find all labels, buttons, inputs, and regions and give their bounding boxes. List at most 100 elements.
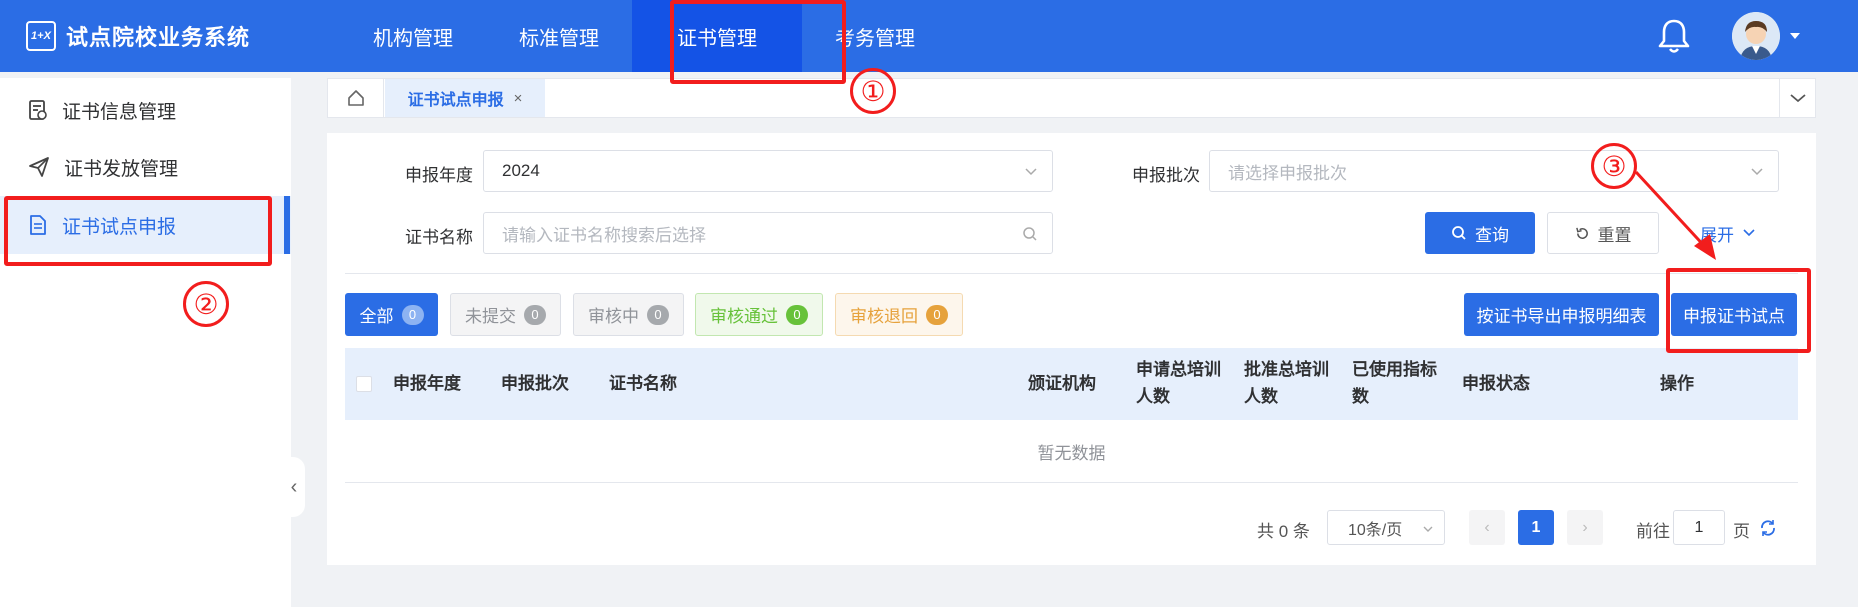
status-count-badge: 0: [524, 304, 546, 325]
annotation-arrow: [1634, 170, 1716, 260]
nav-item-exam[interactable]: 考务管理: [802, 0, 948, 72]
export-detail-button[interactable]: 按证书导出申报明细表: [1464, 293, 1659, 336]
logo-book-icon: 1+X: [26, 21, 56, 51]
sidebar-active-indicator: [284, 196, 290, 254]
reset-button-label: 重置: [1597, 225, 1632, 245]
sidebar-item-label: 证书试点申报: [62, 216, 177, 238]
caret-down-icon[interactable]: [1790, 33, 1800, 39]
select-all-checkbox[interactable]: [356, 376, 372, 392]
nav-item-org[interactable]: 机构管理: [340, 0, 486, 72]
col-approved-total-line2: 人数: [1244, 387, 1278, 406]
col-used-quota-line2: 数: [1352, 387, 1369, 406]
cert-name-label: 证书名称: [405, 228, 473, 247]
col-applied-total: 申请总培训 人数: [1136, 356, 1221, 410]
table-header: 申报年度 申报批次 证书名称 颁证机构 申请总培训 人数 批准总培训 人数 已使…: [345, 348, 1798, 420]
sidebar-item-cert-issue[interactable]: 证书发放管理: [0, 138, 291, 196]
table-empty-row: 暂无数据: [345, 420, 1798, 483]
col-issuer: 颁证机构: [1028, 374, 1096, 393]
apply-button-label: 申报证书试点: [1683, 307, 1785, 326]
col-status: 申报状态: [1462, 374, 1530, 393]
status-tab-returned[interactable]: 审核退回 0: [835, 293, 963, 336]
sidebar-item-cert-info[interactable]: 证书信息管理: [0, 81, 291, 139]
cert-name-placeholder: 请输入证书名称搜索后选择: [502, 225, 706, 245]
nav-item-certificate[interactable]: 证书管理: [632, 0, 802, 72]
goto-page-input[interactable]: 1: [1673, 510, 1725, 545]
page-unit-label: 页: [1733, 522, 1750, 541]
filter-divider: [345, 273, 1798, 274]
sidebar-item-label: 证书发放管理: [64, 158, 179, 180]
chevron-left-icon: ‹: [290, 475, 298, 498]
col-year: 申报年度: [393, 374, 461, 393]
status-count-badge: 0: [926, 304, 948, 325]
app-title: 试点院校业务系统: [66, 25, 251, 50]
tab-label: 证书试点申报: [407, 92, 504, 109]
export-button-label: 按证书导出申报明细表: [1476, 307, 1647, 326]
batch-label: 申报批次: [1132, 166, 1200, 185]
year-value: 2024: [502, 161, 540, 180]
content-card: 申报年度 2024 申报批次 请选择申报批次 证书名称 请输入证书名称搜索后选择…: [327, 133, 1816, 565]
chevron-down-icon: [1743, 229, 1755, 237]
document-icon: [30, 215, 46, 235]
close-icon[interactable]: ×: [514, 90, 523, 107]
chevron-down-icon: [1025, 168, 1037, 176]
search-icon: [1452, 226, 1466, 240]
status-count-badge: 0: [647, 304, 669, 325]
tab-home[interactable]: [328, 79, 384, 117]
sidebar-item-cert-pilot[interactable]: 证书试点申报: [0, 196, 291, 254]
page-size-value: 10条/页: [1348, 521, 1403, 539]
col-approved-total-line1: 批准总培训: [1244, 360, 1329, 379]
chevron-down-icon: [1751, 168, 1763, 176]
batch-placeholder: 请选择申报批次: [1228, 163, 1347, 183]
search-button[interactable]: 查询: [1425, 212, 1535, 254]
col-batch: 申报批次: [501, 374, 569, 393]
sidebar-collapse-button[interactable]: ‹: [283, 457, 305, 517]
avatar[interactable]: [1732, 12, 1780, 60]
pagination-total: 共 0 条: [1257, 522, 1310, 541]
search-button-label: 查询: [1475, 225, 1509, 245]
col-applied-total-line2: 人数: [1136, 387, 1170, 406]
status-tab-unsubmitted[interactable]: 未提交 0: [450, 293, 561, 336]
status-tab-label: 审核退回: [850, 307, 918, 326]
status-count-badge: 0: [786, 304, 808, 325]
prev-page-button[interactable]: ‹: [1469, 510, 1505, 545]
bell-icon[interactable]: [1656, 17, 1692, 55]
sidebar-item-label: 证书信息管理: [62, 101, 177, 123]
document-star-icon: [29, 100, 47, 120]
year-select[interactable]: 2024: [483, 150, 1053, 192]
top-nav: 机构管理 标准管理 证书管理 考务管理: [340, 0, 948, 72]
status-tab-approved[interactable]: 审核通过 0: [695, 293, 823, 336]
user-avatar-icon: [1732, 12, 1780, 60]
col-used-quota: 已使用指标 数: [1352, 356, 1437, 410]
next-page-button[interactable]: ›: [1567, 510, 1603, 545]
year-label: 申报年度: [405, 166, 473, 185]
goto-label: 前往: [1636, 522, 1670, 541]
sidebar: 证书信息管理 证书发放管理 证书试点申报: [0, 78, 291, 607]
annotation-number-2: ②: [183, 281, 229, 327]
status-tab-all[interactable]: 全部 0: [345, 293, 438, 336]
page-size-select[interactable]: 10条/页: [1327, 510, 1445, 545]
col-cert-name: 证书名称: [609, 374, 677, 393]
nav-item-standard[interactable]: 标准管理: [486, 0, 632, 72]
chevron-right-icon: ›: [1582, 518, 1588, 536]
chevron-left-icon: ‹: [1484, 518, 1490, 536]
home-icon: [347, 90, 364, 106]
col-applied-total-line1: 申请总培训: [1136, 360, 1221, 379]
cert-name-input[interactable]: 请输入证书名称搜索后选择: [483, 212, 1053, 254]
tabs-dropdown-button[interactable]: [1779, 78, 1816, 118]
status-tab-label: 全部: [359, 307, 394, 326]
top-header: 1+X 试点院校业务系统 机构管理 标准管理 证书管理 考务管理: [0, 0, 1858, 72]
col-used-quota-line1: 已使用指标: [1352, 360, 1437, 379]
apply-cert-pilot-button[interactable]: 申报证书试点: [1671, 293, 1797, 336]
chevron-down-icon: [1789, 94, 1806, 103]
tab-cert-pilot[interactable]: 证书试点申报 ×: [385, 79, 545, 117]
status-count-badge: 0: [401, 304, 424, 325]
page-number-current[interactable]: 1: [1518, 510, 1554, 545]
col-approved-total: 批准总培训 人数: [1244, 356, 1329, 410]
status-tab-label: 审核中: [588, 307, 639, 326]
status-tab-reviewing[interactable]: 审核中 0: [573, 293, 684, 336]
app-logo[interactable]: 1+X 试点院校业务系统: [26, 20, 250, 52]
refresh-icon[interactable]: [1759, 519, 1777, 537]
refresh-icon: [1575, 227, 1588, 239]
col-actions: 操作: [1660, 374, 1694, 393]
status-tab-label: 审核通过: [710, 307, 778, 326]
